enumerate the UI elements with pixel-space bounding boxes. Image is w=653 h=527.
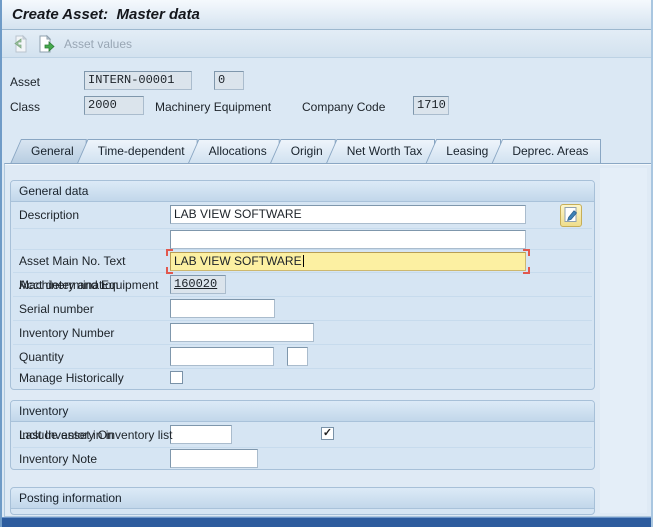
quantity-label: Quantity [19, 350, 64, 364]
window-bottom-edge [2, 517, 651, 527]
checkmark-icon: ✓ [323, 427, 332, 439]
window-title-bar: Create Asset: Master data [2, 0, 651, 30]
asset-label: Asset [10, 75, 40, 89]
tab-net-worth-tax[interactable]: Net Worth Tax [326, 139, 436, 164]
tab-time-dependent[interactable]: Time-dependent [77, 139, 198, 164]
asset-number-field[interactable]: INTERN-00001 [84, 71, 192, 90]
application-toolbar: Asset values [2, 30, 651, 58]
description-line2-field[interactable] [170, 230, 526, 249]
inventory-note-field[interactable] [170, 449, 258, 468]
asset-main-no-text-field[interactable]: LAB VIEW SOFTWARE [170, 252, 526, 271]
acct-determination-field[interactable]: 160020 [170, 275, 226, 294]
company-code-label: Company Code [302, 100, 385, 114]
tab-deprec-areas[interactable]: Deprec. Areas [491, 139, 601, 164]
posting-information-section-title: Posting information [11, 488, 594, 509]
class-label: Class [10, 100, 40, 114]
asset-values-button[interactable]: Asset values [64, 30, 132, 58]
tab-leasing[interactable]: Leasing [425, 139, 501, 164]
general-data-section-title: General data [11, 181, 594, 202]
inventory-section-title: Inventory [11, 401, 594, 422]
asset-main-no-text-label: Asset Main No. Text [19, 254, 126, 268]
sap-window: Create Asset: Master data Asset val [0, 0, 653, 527]
description-field[interactable]: LAB VIEW SOFTWARE [170, 205, 526, 224]
inventory-number-field[interactable] [170, 323, 314, 342]
page-title: Create Asset: Master data [12, 0, 200, 29]
last-inventory-on-field[interactable] [170, 425, 232, 444]
description-label: Description [19, 208, 79, 222]
asset-class-field[interactable]: 2000 [84, 96, 144, 115]
include-asset-checkbox[interactable]: ✓ [321, 427, 334, 440]
long-text-edit-button[interactable] [560, 204, 582, 227]
panel-right-margin [600, 168, 647, 513]
class-description-text: Machinery Equipment [155, 100, 271, 114]
text-cursor [303, 255, 304, 267]
tab-allocations[interactable]: Allocations [188, 139, 280, 164]
serial-number-field[interactable] [170, 299, 275, 318]
focused-field-frame: LAB VIEW SOFTWARE [166, 249, 530, 274]
tab-strip: General Time-dependent Allocations Origi… [10, 139, 601, 164]
document-arrow-left-icon [10, 42, 30, 57]
asset-subnumber-field[interactable]: 0 [214, 71, 244, 90]
serial-number-label: Serial number [19, 302, 94, 316]
quantity-field[interactable] [170, 347, 274, 366]
include-asset-label: Include asset in inventory list [19, 428, 172, 442]
company-code-field[interactable]: 1710 [413, 96, 449, 115]
tab-general[interactable]: General [10, 139, 87, 164]
next-asset-button[interactable] [35, 33, 57, 55]
previous-asset-button[interactable] [9, 33, 31, 55]
quantity-unit-field[interactable] [287, 347, 308, 366]
manage-historically-checkbox[interactable] [170, 371, 183, 384]
manage-historically-label: Manage Historically [19, 371, 124, 385]
inventory-note-label: Inventory Note [19, 452, 97, 466]
inventory-groupbox: Inventory Last Inventory On ✓ Include as… [10, 400, 595, 470]
acct-determination-description-text: Machinery and Equipment [19, 278, 158, 292]
edit-note-icon [562, 212, 580, 227]
posting-information-groupbox: Posting information [10, 487, 595, 515]
document-arrow-right-icon [36, 42, 56, 57]
general-data-groupbox: General data Description LAB VIEW SOFTWA… [10, 180, 595, 390]
inventory-number-label: Inventory Number [19, 326, 114, 340]
